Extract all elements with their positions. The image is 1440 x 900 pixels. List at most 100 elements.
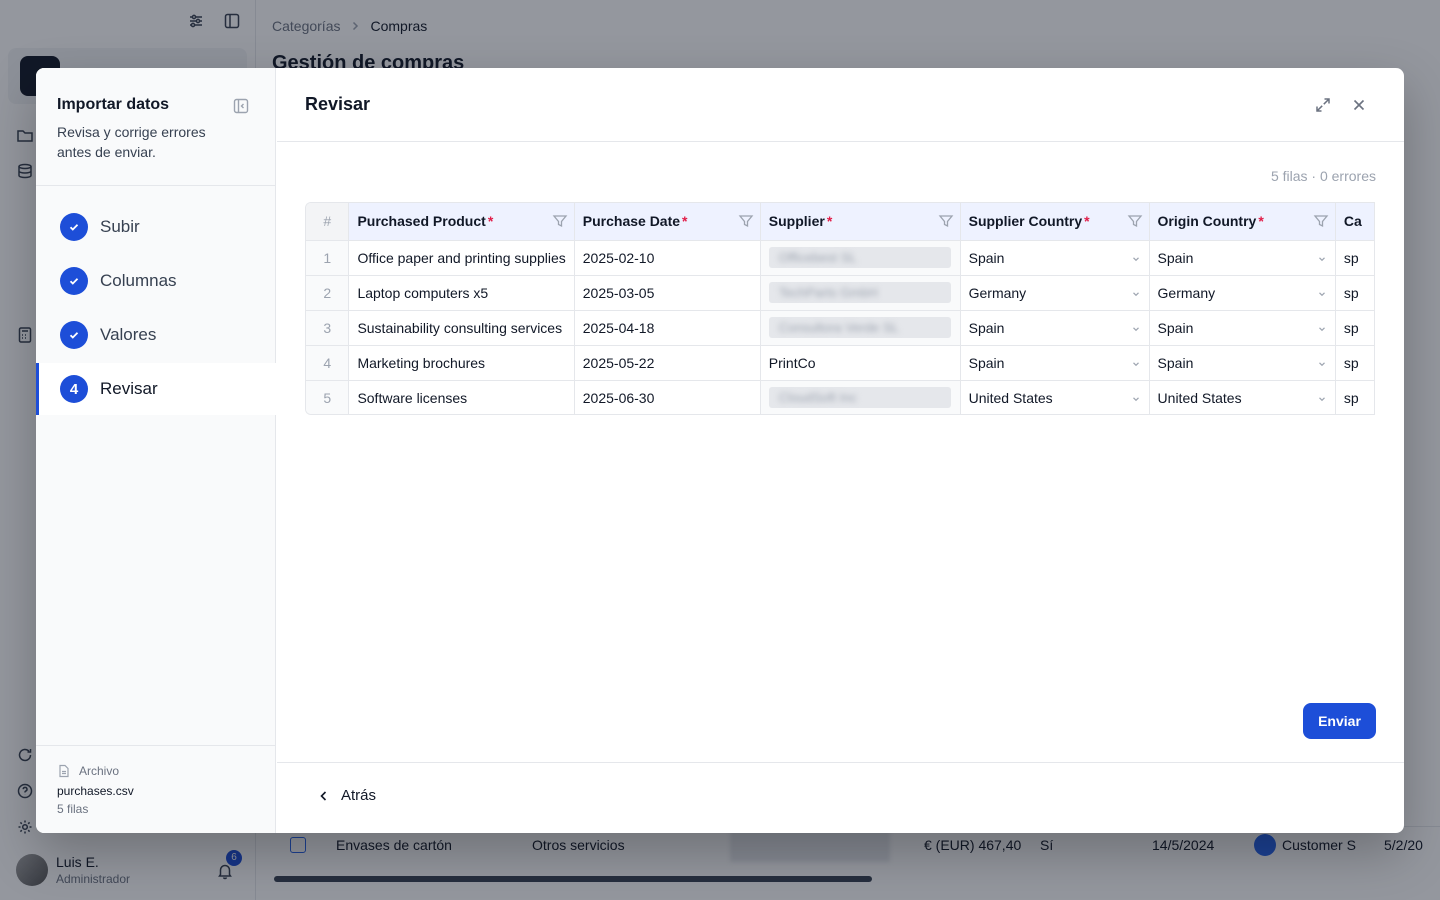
steps-header: Importar datos Revisa y corrige errores …: [36, 68, 275, 186]
cell-truncated[interactable]: sp: [1335, 345, 1375, 381]
cell-supplier[interactable]: TechParts GmbH: [760, 275, 961, 311]
chevron-down-icon: [1318, 291, 1325, 296]
filter-icon[interactable]: [738, 213, 754, 229]
cell-supplier[interactable]: PrintCo: [760, 345, 961, 381]
chevron-down-icon: [1132, 396, 1139, 401]
chevron-down-icon: [1318, 361, 1325, 366]
content-header: Revisar: [277, 68, 1404, 142]
cell-purchase-date[interactable]: 2025-03-05: [574, 275, 761, 311]
column-header-purchased-product[interactable]: Purchased Product *: [348, 203, 575, 241]
file-info: Archivo purchases.csv 5 filas: [36, 745, 276, 833]
filter-icon[interactable]: [1127, 213, 1143, 229]
review-table: # Purchased Product * Purchase Date * Supp…: [306, 203, 1375, 414]
import-modal: Importar datos Revisa y corrige errores …: [36, 68, 1404, 833]
filter-icon[interactable]: [1313, 213, 1329, 229]
column-header-purchase-date[interactable]: Purchase Date *: [574, 203, 761, 241]
cell-row-number: 3: [306, 310, 350, 346]
back-button[interactable]: Atrás: [317, 787, 376, 804]
file-icon: [59, 764, 69, 778]
column-header-origin-country[interactable]: Origin Country *: [1149, 203, 1336, 241]
cell-purchased-product[interactable]: Laptop computers x5: [348, 275, 575, 311]
required-marker: *: [682, 213, 688, 230]
chevron-left-icon: [320, 790, 327, 801]
step-columnas[interactable]: Columnas: [36, 255, 276, 307]
chevron-down-icon: [1318, 256, 1325, 261]
cell-supplier[interactable]: Consultora Verde SL: [760, 310, 961, 346]
cell-row-number: 2: [306, 275, 350, 311]
cell-supplier-country-select[interactable]: Spain: [960, 345, 1150, 381]
step-label: Valores: [100, 325, 157, 344]
required-marker: *: [1258, 213, 1264, 230]
chevron-down-icon: [1318, 326, 1325, 331]
step-label: Columnas: [100, 271, 177, 290]
chevron-down-icon: [1132, 256, 1139, 261]
cell-supplier[interactable]: Officebest SL: [760, 240, 961, 276]
required-marker: *: [826, 213, 833, 230]
expand-icon[interactable]: [1314, 96, 1332, 114]
file-row-count: 5 filas: [57, 802, 89, 816]
cell-supplier[interactable]: CloudSoft Inc: [760, 380, 961, 414]
cell-supplier-country-select[interactable]: Germany: [960, 275, 1150, 311]
review-title: Revisar: [305, 94, 371, 114]
cell-row-number: 4: [306, 345, 350, 381]
cell-purchased-product[interactable]: Office paper and printing supplies: [348, 240, 575, 276]
table-row[interactable]: 3 Sustainability consulting services 2025-…: [306, 310, 1375, 346]
chevron-down-icon: [1318, 396, 1325, 401]
required-marker: *: [487, 213, 494, 230]
review-grid: # Purchased Product * Purchase Date * Supp…: [305, 202, 1375, 415]
send-button[interactable]: Enviar: [1303, 703, 1376, 739]
column-header-supplier[interactable]: Supplier *: [760, 203, 961, 241]
cell-supplier-country-select[interactable]: Spain: [960, 240, 1150, 276]
cell-purchase-date[interactable]: 2025-04-18: [574, 310, 761, 346]
cell-row-number: 5: [306, 380, 350, 414]
step-number: 4: [60, 375, 88, 403]
step-label: Revisar: [100, 379, 158, 398]
cell-purchased-product[interactable]: Sustainability consulting services: [348, 310, 575, 346]
cell-supplier-country-select[interactable]: United States: [960, 380, 1150, 414]
cell-truncated[interactable]: sp: [1335, 275, 1375, 311]
table-header-row: # Purchased Product * Purchase Date * Supp…: [306, 203, 1375, 241]
back-label: Atrás: [341, 787, 377, 804]
cell-purchase-date[interactable]: 2025-02-10: [574, 240, 761, 276]
column-header-index: #: [306, 203, 350, 241]
cell-purchased-product[interactable]: Software licenses: [348, 380, 575, 414]
column-header-supplier-country[interactable]: Supplier Country *: [960, 203, 1150, 241]
cell-supplier-country-select[interactable]: Spain: [960, 310, 1150, 346]
filter-icon[interactable]: [552, 213, 568, 229]
step-label: Subir: [100, 217, 140, 236]
validation-summary: 5 filas · 0 errores: [1270, 168, 1376, 184]
check-icon: [60, 213, 88, 241]
cell-purchase-date[interactable]: 2025-06-30: [574, 380, 761, 414]
step-valores[interactable]: Valores: [36, 309, 276, 361]
blurred-value: TechParts GmbH: [768, 282, 951, 303]
table-row[interactable]: 4 Marketing brochures 2025-05-22 PrintCo Spa…: [306, 345, 1375, 381]
step-subir[interactable]: Subir: [36, 201, 276, 253]
wizard-title: Importar datos: [57, 96, 170, 113]
column-header-truncated[interactable]: Ca: [1335, 203, 1375, 241]
chevron-down-icon: [1132, 361, 1139, 366]
file-label: Archivo: [79, 764, 120, 778]
cell-purchase-date[interactable]: 2025-05-22: [574, 345, 761, 381]
blurred-value: Officebest SL: [768, 247, 951, 268]
table-row[interactable]: 1 Office paper and printing supplies 2025-…: [306, 240, 1375, 276]
cell-purchased-product[interactable]: Marketing brochures: [348, 345, 575, 381]
chevron-down-icon: [1132, 291, 1139, 296]
cell-origin-country-select[interactable]: Spain: [1149, 240, 1336, 276]
cell-truncated[interactable]: sp: [1335, 310, 1375, 346]
collapse-panel-icon[interactable]: [233, 98, 249, 114]
table-row[interactable]: 2 Laptop computers x5 2025-03-05 TechParts …: [306, 275, 1375, 311]
blurred-value: CloudSoft Inc: [768, 387, 951, 408]
filter-icon[interactable]: [938, 213, 954, 229]
file-name: purchases.csv: [57, 784, 134, 798]
review-content: Revisar 5 filas · 0 errores # Purchased …: [277, 68, 1404, 833]
cell-origin-country-select[interactable]: Spain: [1149, 310, 1336, 346]
close-icon[interactable]: [1350, 96, 1368, 114]
cell-truncated[interactable]: sp: [1335, 380, 1375, 414]
step-revisar[interactable]: 4 Revisar: [36, 363, 276, 415]
cell-truncated[interactable]: sp: [1335, 240, 1375, 276]
steps-panel: Importar datos Revisa y corrige errores …: [36, 68, 276, 833]
table-row[interactable]: 5 Software licenses 2025-06-30 CloudSoft In…: [306, 380, 1375, 414]
cell-origin-country-select[interactable]: Spain: [1149, 345, 1336, 381]
cell-origin-country-select[interactable]: Germany: [1149, 275, 1336, 311]
cell-origin-country-select[interactable]: United States: [1149, 380, 1336, 414]
